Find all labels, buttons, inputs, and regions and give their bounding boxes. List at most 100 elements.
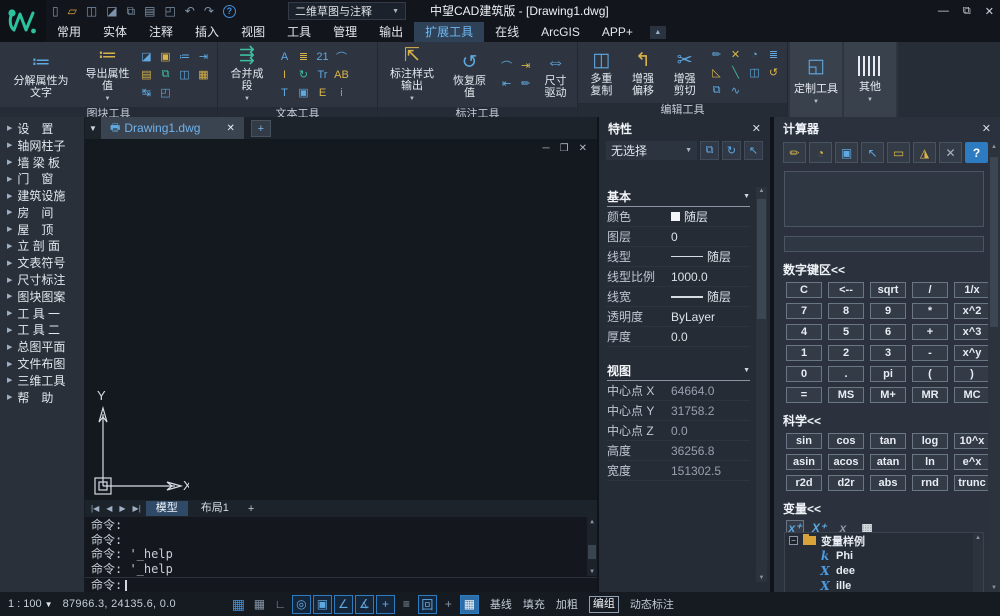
- scroll-thumb[interactable]: [990, 157, 998, 327]
- block-tool-icon[interactable]: ↹: [138, 84, 155, 101]
- model-tab[interactable]: 模型: [146, 501, 188, 516]
- edit-tool-icon[interactable]: ✕: [727, 46, 744, 63]
- calc-key[interactable]: C: [786, 282, 822, 298]
- prop-row-layer[interactable]: 图层 0: [607, 227, 750, 247]
- calc-key[interactable]: 3: [870, 345, 906, 361]
- calculator-scrollbar[interactable]: ▲ ▼: [988, 143, 1000, 592]
- close-calculator-icon[interactable]: ✕: [982, 122, 991, 135]
- calc-key[interactable]: 1/x: [954, 282, 990, 298]
- numpad-section-label[interactable]: 数字键区<<: [783, 261, 1000, 278]
- doc-restore-button[interactable]: ❐: [560, 143, 569, 154]
- text-tool-icon[interactable]: ≣: [295, 48, 312, 65]
- edit-tool-icon[interactable]: ✏: [708, 46, 725, 63]
- open-folder-icon[interactable]: ▱: [68, 0, 77, 22]
- ortho-mode-toggle[interactable]: ∟: [271, 595, 290, 614]
- tab-app-plus[interactable]: APP+: [591, 22, 644, 42]
- calc-sci-key[interactable]: asin: [786, 454, 822, 470]
- edit-tool-icon[interactable]: ◺: [708, 64, 725, 81]
- selection-cycling-toggle[interactable]: 回: [418, 595, 437, 614]
- lineweight-toggle[interactable]: ≡: [397, 595, 416, 614]
- variable-row[interactable]: X dee: [785, 563, 983, 578]
- tab-shuchu[interactable]: 输出: [368, 22, 414, 42]
- calc-key[interactable]: 4: [786, 324, 822, 340]
- app-logo-icon[interactable]: [0, 0, 46, 42]
- merge-paragraph-button[interactable]: ⇶ 合并成段 ▼: [223, 43, 271, 106]
- sidebar-item[interactable]: ▶ 工 具 一: [0, 305, 84, 322]
- quick-select-icon[interactable]: ⧉: [700, 141, 719, 160]
- select-objects-icon[interactable]: ↻: [722, 141, 741, 160]
- custom-tools-button[interactable]: ◱ 定制工具 ▼: [790, 42, 842, 117]
- preview-icon[interactable]: ◰: [164, 0, 175, 22]
- prev-layout-icon[interactable]: ◀: [104, 504, 114, 513]
- group-toggle[interactable]: 编组: [589, 596, 619, 613]
- scroll-up-icon[interactable]: ▲: [587, 518, 597, 525]
- calc-key[interactable]: /: [912, 282, 948, 298]
- calc-sci-key[interactable]: r2d: [786, 475, 822, 491]
- text-tool-icon[interactable]: ↻: [295, 66, 312, 83]
- scroll-thumb[interactable]: [757, 199, 766, 319]
- sidebar-item[interactable]: ▶ 文件布图: [0, 355, 84, 372]
- last-layout-icon[interactable]: ▶|: [131, 504, 143, 513]
- calc-key[interactable]: MR: [912, 387, 948, 403]
- calc-key[interactable]: x^2: [954, 303, 990, 319]
- scale-selector[interactable]: 1 : 100 ▼: [8, 598, 53, 610]
- sidebar-item[interactable]: ▶ 尺寸标注: [0, 271, 84, 288]
- layout1-tab[interactable]: 布局1: [191, 501, 239, 516]
- paste-value-icon[interactable]: ▣: [835, 142, 858, 163]
- restore-original-button[interactable]: ↺ 恢复原值: [446, 50, 493, 100]
- sidebar-item[interactable]: ▶ 总图平面: [0, 338, 84, 355]
- grid-display-toggle[interactable]: ▦: [229, 595, 248, 614]
- prop-row-linetype[interactable]: 线型 随层: [607, 247, 750, 267]
- doc-minimize-button[interactable]: ─: [543, 143, 550, 154]
- enhanced-offset-button[interactable]: ↰ 增强偏移: [625, 48, 662, 98]
- sidebar-item[interactable]: ▶ 建筑设施: [0, 187, 84, 204]
- tab-guanli[interactable]: 管理: [322, 22, 368, 42]
- calc-key[interactable]: =: [786, 387, 822, 403]
- sidebar-item[interactable]: ▶ 工 具 二: [0, 322, 84, 339]
- sidebar-item[interactable]: ▶ 立 剖 面: [0, 238, 84, 255]
- calc-sci-key[interactable]: 10^x: [954, 433, 990, 449]
- text-tool-icon[interactable]: i: [333, 84, 350, 101]
- calc-sci-key[interactable]: rnd: [912, 475, 948, 491]
- snap-track-toggle[interactable]: ∡: [355, 595, 374, 614]
- dim-tool-icon[interactable]: ⇥: [517, 57, 534, 74]
- calculator-input[interactable]: [784, 236, 984, 252]
- scroll-up-icon[interactable]: ▲: [988, 144, 1000, 150]
- text-tool-icon[interactable]: ▣: [295, 84, 312, 101]
- prop-row-lineweight[interactable]: 线宽 随层: [607, 287, 750, 307]
- bold-toggle[interactable]: 加粗: [556, 596, 578, 612]
- clear-icon[interactable]: ✏: [783, 142, 806, 163]
- print-icon[interactable]: ▤: [144, 0, 155, 22]
- get-coordinates-icon[interactable]: ↖: [861, 142, 884, 163]
- command-scrollbar[interactable]: ▲ ▼: [587, 517, 597, 576]
- copy-icon[interactable]: ⧉: [127, 0, 136, 22]
- add-layout-button[interactable]: +: [242, 503, 260, 515]
- dim-tool-icon[interactable]: ✏: [517, 75, 534, 92]
- help-icon[interactable]: ?: [965, 142, 988, 163]
- calc-key[interactable]: MC: [954, 387, 990, 403]
- collapse-node-icon[interactable]: −: [789, 536, 798, 545]
- new-tab-button[interactable]: +: [251, 120, 271, 137]
- calc-key[interactable]: MS: [828, 387, 864, 403]
- variables-section-label[interactable]: 变量<<: [783, 500, 1000, 517]
- drawing-canvas[interactable]: ─ ❐ ✕ Y X: [85, 139, 597, 500]
- edit-tool-icon[interactable]: ↺: [765, 64, 782, 81]
- calc-key[interactable]: 1: [786, 345, 822, 361]
- block-tool-icon[interactable]: ⧉: [157, 66, 174, 83]
- calc-key[interactable]: M+: [870, 387, 906, 403]
- edit-tool-icon[interactable]: ≣: [765, 46, 782, 63]
- calc-sci-key[interactable]: e^x: [954, 454, 990, 470]
- calc-key[interactable]: 9: [870, 303, 906, 319]
- document-tab-drawing1[interactable]: 🖶 Drawing1.dwg ✕: [101, 117, 244, 139]
- calc-sci-key[interactable]: tan: [870, 433, 906, 449]
- other-tools-button[interactable]: 其他 ▼: [844, 42, 896, 117]
- calc-key[interactable]: 2: [828, 345, 864, 361]
- edit-tool-icon[interactable]: ⧉: [708, 82, 725, 99]
- close-properties-icon[interactable]: ✕: [752, 122, 761, 135]
- text-tool-icon[interactable]: Tr: [314, 66, 331, 83]
- enhanced-trim-button[interactable]: ✂ 增强剪切: [666, 48, 703, 98]
- save-icon[interactable]: ◫: [86, 0, 97, 22]
- redo-icon[interactable]: ↷: [204, 0, 214, 22]
- new-file-icon[interactable]: ▯: [52, 0, 59, 22]
- sidebar-item[interactable]: ▶ 门 窗: [0, 170, 84, 187]
